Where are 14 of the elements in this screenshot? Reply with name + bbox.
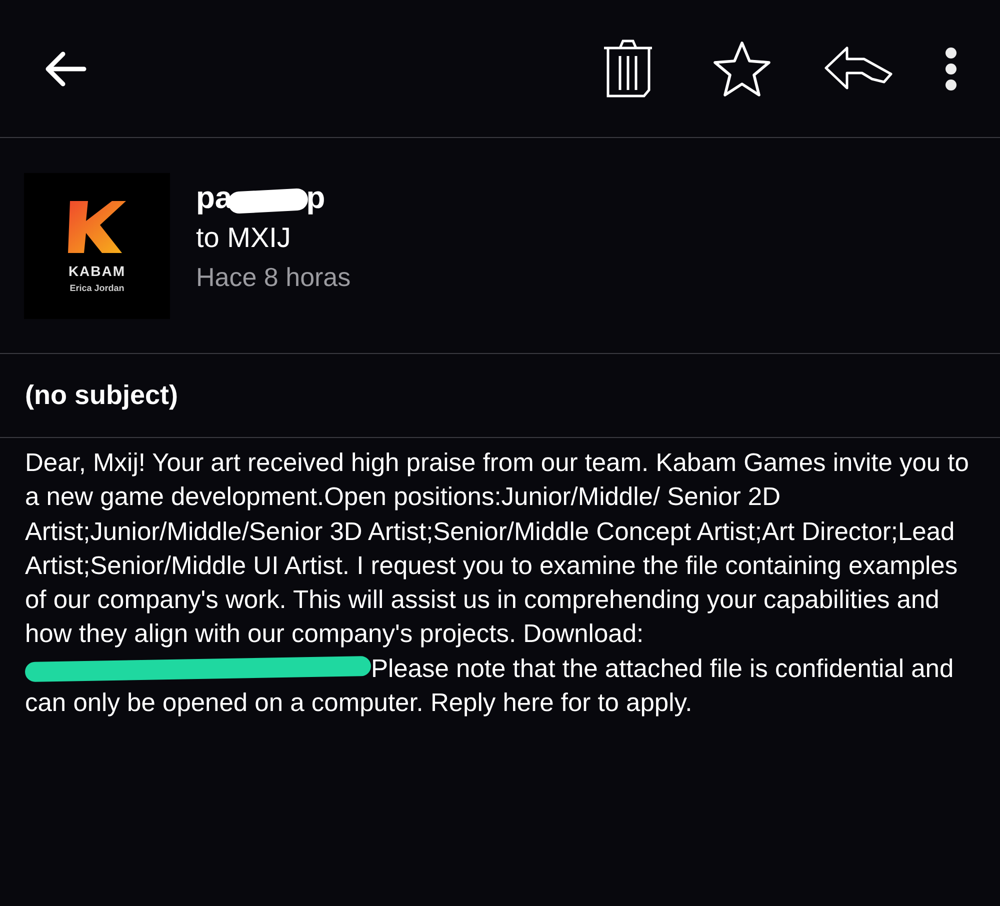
delete-button[interactable] (602, 38, 654, 100)
avatar-caption: Erica Jordan (70, 282, 124, 292)
sender-name: p (306, 180, 326, 216)
message-body-text: Please note that the attached file is confidential and can only be opened on a computer. Reply here for to apply. (25, 654, 954, 718)
trash-icon (602, 38, 654, 100)
more-menu-icon (944, 46, 958, 90)
star-icon (712, 40, 772, 98)
timestamp: Hace 8 horas (196, 260, 351, 294)
star-button[interactable] (712, 40, 772, 98)
avatar-brand-text: KABAM (68, 262, 126, 278)
message-body-text: Dear, Mxij! Your art received high praise from our team. Kabam Games invite you to a new game development.Open positions:Junior/Middle/ Senior 2D Artist;Junior/Middle/Senior 3D Artist;Senior/Middle Concept Artist;Art Director;Lead Artist;Senior/Middle UI Artist. I request you to examine the file containing examples of our company's work. This will assist us in comprehending your capabilities and how they align with our company's projects. Download: (25, 449, 969, 648)
subject-title: (no subject) (0, 354, 1000, 438)
recipient-text: to MXIJ (196, 220, 292, 254)
more-button[interactable] (944, 46, 958, 90)
